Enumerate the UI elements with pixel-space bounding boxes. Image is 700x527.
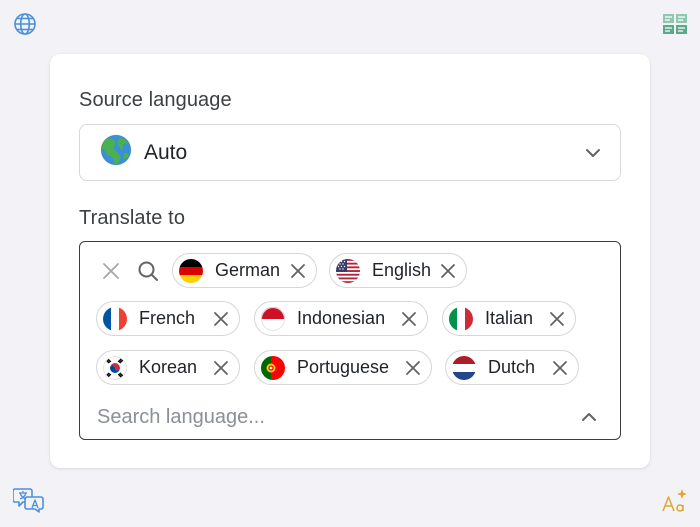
chevron-up-icon[interactable] <box>578 406 600 428</box>
usa-flag-icon <box>336 258 360 283</box>
portugal-flag-icon <box>261 355 285 380</box>
language-chip-korean: Korean <box>96 350 240 385</box>
france-flag-icon <box>103 306 127 331</box>
translation-settings-panel: Source language Auto Translate to German… <box>50 54 650 468</box>
language-chip-dutch: Dutch <box>445 350 579 385</box>
source-language-select[interactable]: Auto <box>79 124 621 181</box>
language-chip-label: French <box>139 308 196 328</box>
source-language-value: Auto <box>144 140 188 164</box>
language-chip-french: French <box>96 301 240 336</box>
source-language-label: Source language <box>79 89 232 111</box>
language-chip-english: English <box>329 253 467 288</box>
remove-korean-icon[interactable] <box>211 358 231 378</box>
language-chip-german: German <box>172 253 317 288</box>
language-chip-label: German <box>215 260 281 280</box>
translate-chat-icon[interactable] <box>12 485 46 515</box>
language-chip-italian: Italian <box>442 301 576 336</box>
indonesia-flag-icon <box>261 306 285 331</box>
germany-flag-icon <box>179 258 203 283</box>
netherlands-flag-icon <box>452 355 476 380</box>
target-language-label: Translate to <box>79 207 186 229</box>
chevron-down-icon[interactable] <box>584 144 602 167</box>
italy-flag-icon <box>449 306 473 331</box>
target-language-multiselect[interactable]: German English French Indonesian Italian… <box>79 241 621 440</box>
remove-dutch-icon[interactable] <box>550 358 570 378</box>
language-chip-label: Korean <box>139 357 198 377</box>
language-chip-label: Indonesian <box>297 308 386 328</box>
language-chip-indonesian: Indonesian <box>254 301 428 336</box>
remove-german-icon[interactable] <box>288 261 308 281</box>
language-chip-label: Portuguese <box>297 357 390 377</box>
remove-italian-icon[interactable] <box>547 309 567 329</box>
layout-grid-icon[interactable] <box>662 12 688 36</box>
korea-flag-icon <box>103 355 127 380</box>
remove-portuguese-icon[interactable] <box>403 358 423 378</box>
language-chip-label: English <box>372 260 432 280</box>
remove-english-icon[interactable] <box>438 261 458 281</box>
search-icon[interactable] <box>136 259 160 283</box>
remove-indonesian-icon[interactable] <box>399 309 419 329</box>
clear-all-icon[interactable] <box>100 260 122 282</box>
remove-french-icon[interactable] <box>211 309 231 329</box>
language-chip-portuguese: Portuguese <box>254 350 432 385</box>
font-sparkle-icon[interactable] <box>660 487 688 515</box>
globe-emoji-icon <box>100 134 132 171</box>
language-chip-label: Italian <box>485 308 534 328</box>
search-language-input[interactable] <box>97 402 567 432</box>
language-chip-label: Dutch <box>488 357 536 377</box>
globe-icon[interactable] <box>12 11 38 37</box>
